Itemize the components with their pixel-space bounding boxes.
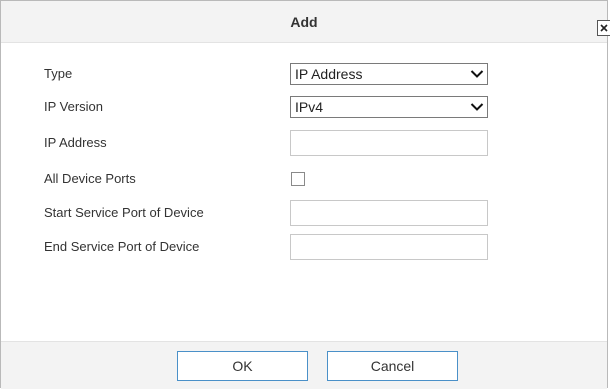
type-select[interactable]: IP Address: [290, 63, 488, 85]
add-dialog: Add Type IP Address IP Version IPv4 IP A…: [0, 0, 610, 389]
ip-address-input[interactable]: [290, 130, 488, 156]
end-service-port-input[interactable]: [290, 234, 488, 260]
type-row: Type IP Address: [1, 61, 607, 87]
end-service-port-row: End Service Port of Device: [1, 234, 607, 260]
dialog-titlebar: Add: [1, 1, 610, 43]
start-service-port-row: Start Service Port of Device: [1, 200, 607, 226]
close-button[interactable]: [597, 20, 610, 36]
dialog-footer: OK Cancel: [1, 341, 607, 389]
start-service-port-label: Start Service Port of Device: [44, 205, 204, 220]
ip-address-label: IP Address: [44, 135, 107, 150]
type-select-value: IP Address: [295, 66, 363, 82]
type-label: Type: [44, 66, 73, 81]
all-device-ports-checkbox[interactable]: [291, 172, 305, 186]
all-device-ports-row: All Device Ports: [1, 166, 607, 192]
ip-version-select-value: IPv4: [295, 99, 324, 115]
cancel-button[interactable]: Cancel: [327, 351, 458, 381]
chevron-down-icon: [470, 70, 484, 78]
ip-address-row: IP Address: [1, 130, 607, 156]
dialog-title: Add: [290, 14, 318, 30]
all-device-ports-label: All Device Ports: [44, 171, 136, 186]
ip-version-label: IP Version: [44, 99, 104, 114]
end-service-port-label: End Service Port of Device: [44, 239, 200, 254]
chevron-down-icon: [470, 103, 484, 111]
ip-version-select[interactable]: IPv4: [290, 96, 488, 118]
start-service-port-input[interactable]: [290, 200, 488, 226]
close-icon: [600, 24, 608, 32]
ok-button[interactable]: OK: [177, 351, 308, 381]
ip-version-row: IP Version IPv4: [1, 94, 607, 120]
